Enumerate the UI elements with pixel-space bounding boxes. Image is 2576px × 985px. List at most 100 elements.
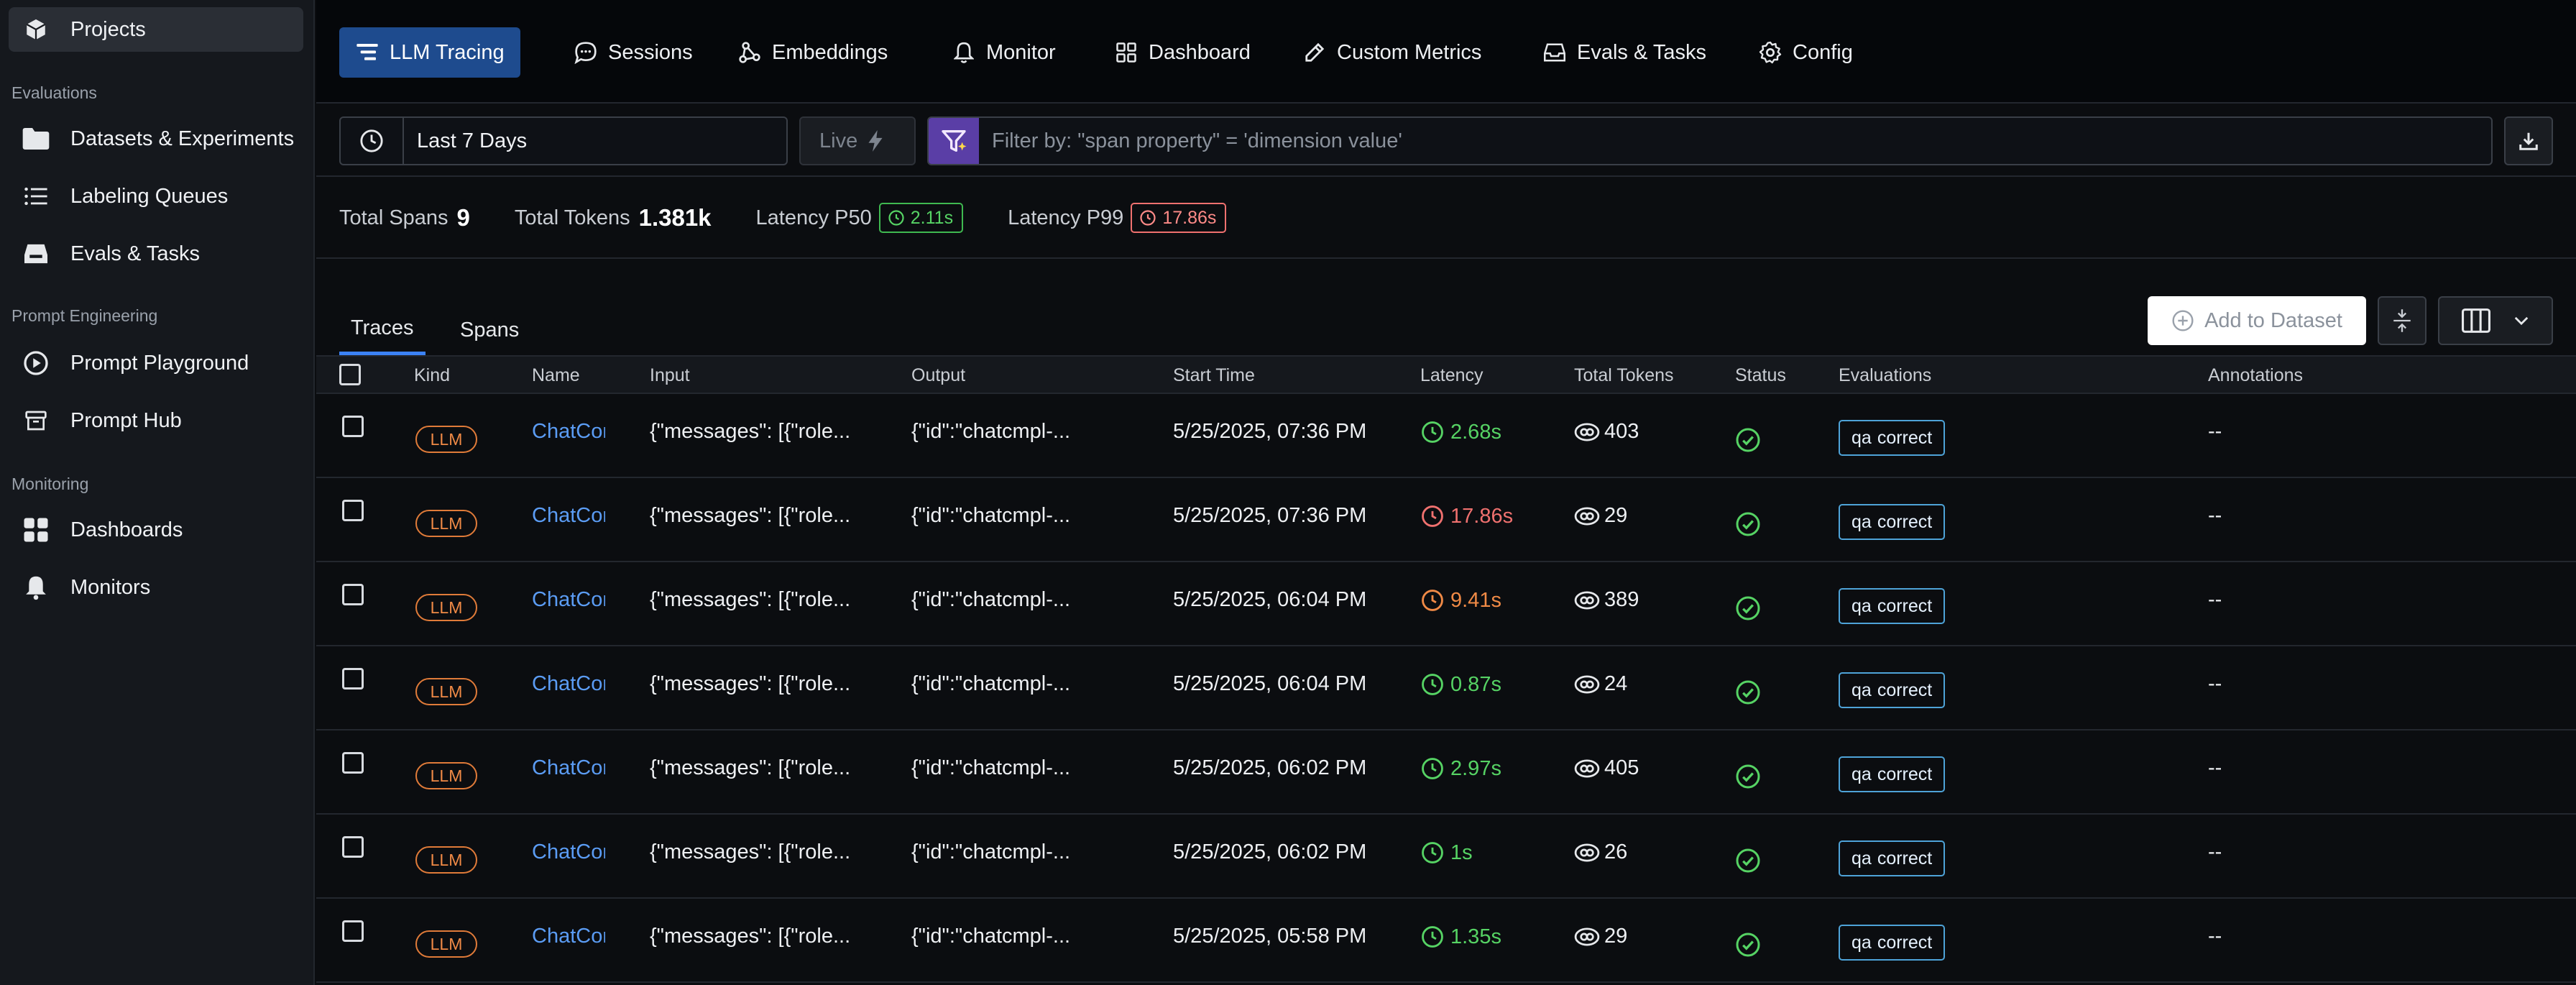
column-header-input[interactable]: Input <box>650 365 690 386</box>
tab-traces[interactable]: Traces <box>339 305 426 355</box>
sidebar-item-monitors[interactable]: Monitors <box>9 565 303 610</box>
tokens-value: 389 <box>1604 588 1639 611</box>
kind-badge: LLM <box>415 762 477 789</box>
sidebar-item-dashboards[interactable]: Dashboards <box>9 508 303 552</box>
row-height-button[interactable] <box>2378 296 2426 345</box>
input-cell[interactable]: {"messages": [{"role... <box>650 925 850 948</box>
sidebar-item-label: Evals & Tasks <box>70 242 200 265</box>
stat-label: Total Tokens <box>514 206 630 229</box>
trace-name-link[interactable]: ChatCompletion <box>532 925 605 948</box>
column-header-latency[interactable]: Latency <box>1420 365 1484 386</box>
tab-evals-tasks[interactable]: Evals & Tasks <box>1527 27 1722 78</box>
trace-name-link[interactable]: ChatCompletion <box>532 504 605 528</box>
table-row[interactable]: LLM ChatCompletion {"messages": [{"role...… <box>316 815 2576 899</box>
filter-row: Last 7 Days Live <box>316 105 2576 177</box>
table-row[interactable]: LLM ChatCompletion {"messages": [{"role...… <box>316 899 2576 983</box>
live-toggle[interactable]: Live <box>799 116 916 165</box>
output-cell[interactable]: {"id":"chatcmpl-... <box>911 588 1070 612</box>
input-cell[interactable]: {"messages": [{"role... <box>650 672 850 696</box>
start-time-cell: 5/25/2025, 05:58 PM <box>1173 925 1367 948</box>
expand-vertical-icon <box>2392 308 2412 333</box>
cube-icon <box>20 14 52 45</box>
tab-monitor[interactable]: Monitor <box>936 27 1072 78</box>
evaluation-badge[interactable]: qa correct <box>1839 925 1946 961</box>
select-all-checkbox[interactable] <box>339 364 361 385</box>
tab-sessions[interactable]: Sessions <box>558 27 709 78</box>
column-header-evaluations[interactable]: Evaluations <box>1839 365 1931 386</box>
tab-llm-tracing[interactable]: LLM Tracing <box>339 27 520 78</box>
filter-input[interactable] <box>979 119 2491 162</box>
tokens-value: 24 <box>1604 672 1628 695</box>
table-row[interactable]: LLM ChatCompletion {"messages": [{"role...… <box>316 394 2576 478</box>
kind-badge: LLM <box>415 678 477 705</box>
trace-name-link[interactable]: ChatCompletion <box>532 588 605 612</box>
trace-name-link[interactable]: ChatCompletion <box>532 840 605 864</box>
tab-config[interactable]: Config <box>1742 27 1869 78</box>
sidebar-item-projects[interactable]: Projects <box>9 7 303 52</box>
trace-name-link[interactable]: ChatCompletion <box>532 420 605 444</box>
column-header-annotations[interactable]: Annotations <box>2208 365 2303 386</box>
table-row[interactable]: LLM ChatCompletion {"messages": [{"role...… <box>316 478 2576 562</box>
row-checkbox[interactable] <box>342 920 364 942</box>
column-header-output[interactable]: Output <box>911 365 965 386</box>
sidebar-item-datasets[interactable]: Datasets & Experiments <box>9 116 303 161</box>
row-checkbox[interactable] <box>342 752 364 774</box>
row-checkbox[interactable] <box>342 500 364 521</box>
sidebar-item-label: Prompt Hub <box>70 408 182 432</box>
table-header: Kind Name Input Output Start Time Latenc… <box>316 357 2576 394</box>
columns-button[interactable] <box>2438 296 2553 345</box>
evaluation-badge[interactable]: qa correct <box>1839 504 1946 540</box>
output-cell[interactable]: {"id":"chatcmpl-... <box>911 504 1070 528</box>
row-checkbox[interactable] <box>342 836 364 858</box>
evaluation-badge[interactable]: qa correct <box>1839 420 1946 456</box>
column-header-kind[interactable]: Kind <box>414 365 450 386</box>
row-checkbox[interactable] <box>342 668 364 690</box>
live-label: Live <box>819 129 858 152</box>
evaluation-badge[interactable]: qa correct <box>1839 588 1946 624</box>
output-cell[interactable]: {"id":"chatcmpl-... <box>911 925 1070 948</box>
clock-icon <box>1422 674 1443 695</box>
magic-filter-icon[interactable] <box>929 118 979 164</box>
output-cell[interactable]: {"id":"chatcmpl-... <box>911 672 1070 696</box>
sidebar-item-prompt-hub[interactable]: Prompt Hub <box>9 398 303 443</box>
output-cell[interactable]: {"id":"chatcmpl-... <box>911 420 1070 444</box>
input-cell[interactable]: {"messages": [{"role... <box>650 504 850 528</box>
output-cell[interactable]: {"id":"chatcmpl-... <box>911 840 1070 864</box>
column-header-start-time[interactable]: Start Time <box>1173 365 1255 386</box>
evaluation-name: qa <box>1852 764 1872 784</box>
latency-cell: 1s <box>1420 840 1473 865</box>
tab-dashboard[interactable]: Dashboard <box>1098 27 1266 78</box>
evaluation-label: correct <box>1877 595 1933 616</box>
input-cell[interactable]: {"messages": [{"role... <box>650 420 850 444</box>
sidebar-item-evals-tasks[interactable]: Evals & Tasks <box>9 232 303 276</box>
time-range-select[interactable]: Last 7 Days <box>339 116 788 165</box>
column-header-total-tokens[interactable]: Total Tokens <box>1574 365 1674 386</box>
sidebar-item-labeling-queues[interactable]: Labeling Queues <box>9 174 303 219</box>
input-cell[interactable]: {"messages": [{"role... <box>650 756 850 780</box>
evaluation-badge[interactable]: qa correct <box>1839 756 1946 792</box>
token-icon <box>1574 675 1600 693</box>
input-cell[interactable]: {"messages": [{"role... <box>650 840 850 864</box>
evaluation-name: qa <box>1852 679 1872 700</box>
row-checkbox[interactable] <box>342 416 364 437</box>
trace-name-link[interactable]: ChatCompletion <box>532 756 605 780</box>
output-cell[interactable]: {"id":"chatcmpl-... <box>911 756 1070 780</box>
input-cell[interactable]: {"messages": [{"role... <box>650 588 850 612</box>
tab-spans[interactable]: Spans <box>448 305 530 355</box>
table-row[interactable]: LLM ChatCompletion {"messages": [{"role...… <box>316 646 2576 730</box>
column-header-status[interactable]: Status <box>1735 365 1786 386</box>
stat-latency-p99: Latency P99 17.86s <box>1008 203 1227 233</box>
add-to-dataset-button[interactable]: Add to Dataset <box>2148 296 2366 345</box>
stat-value: 9 <box>456 204 470 231</box>
evaluation-badge[interactable]: qa correct <box>1839 840 1946 876</box>
table-row[interactable]: LLM ChatCompletion {"messages": [{"role...… <box>316 562 2576 646</box>
download-button[interactable] <box>2504 116 2553 165</box>
tab-embeddings[interactable]: Embeddings <box>722 27 903 78</box>
column-header-name[interactable]: Name <box>532 365 580 386</box>
table-row[interactable]: LLM ChatCompletion {"messages": [{"role...… <box>316 730 2576 815</box>
trace-name-link[interactable]: ChatCompletion <box>532 672 605 696</box>
evaluation-badge[interactable]: qa correct <box>1839 672 1946 708</box>
row-checkbox[interactable] <box>342 584 364 605</box>
sidebar-item-prompt-playground[interactable]: Prompt Playground <box>9 341 303 385</box>
tab-custom-metrics[interactable]: Custom Metrics <box>1287 27 1497 78</box>
